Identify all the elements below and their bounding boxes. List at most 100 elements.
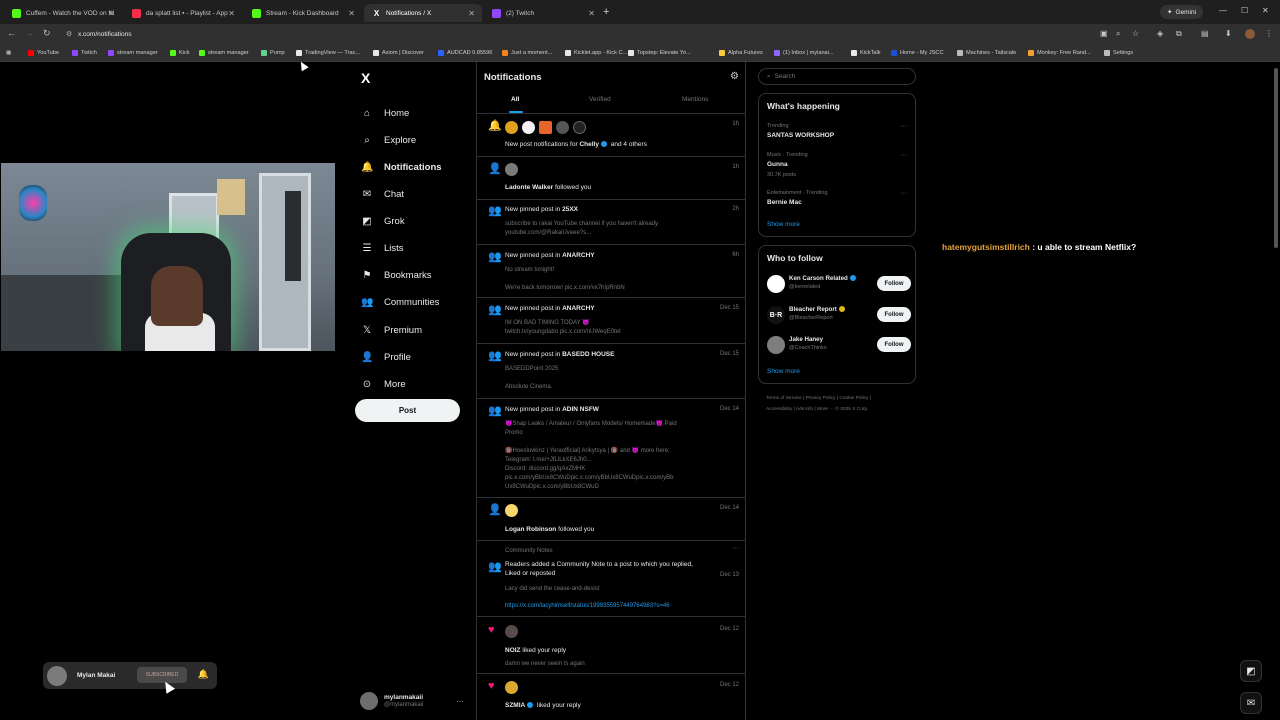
browser-tab[interactable]: Stream - Kick Dashboard ✕ — [244, 4, 362, 22]
forward-icon[interactable]: → — [25, 28, 34, 38]
sidebar-item-lists[interactable]: ☰ Lists — [361, 239, 404, 257]
bookmark-item[interactable]: stream manager — [199, 48, 249, 58]
tab-mentions[interactable]: Mentions — [682, 96, 708, 103]
bookmark-item[interactable]: Pump — [261, 48, 285, 58]
sidepanel-icon[interactable]: ▤ — [1201, 29, 1209, 38]
more-dots-icon[interactable]: ··· — [732, 545, 739, 552]
more-dots-icon[interactable]: ··· — [900, 190, 907, 197]
close-window-icon[interactable]: ✕ — [1262, 6, 1269, 15]
tab-all[interactable]: All — [511, 96, 519, 103]
downloads-icon[interactable]: ⬇ — [1225, 29, 1232, 38]
close-icon[interactable]: ✕ — [108, 9, 115, 18]
list-item[interactable]: 👥 Dec 15 New pinned post in ANARCHY IM O… — [477, 298, 745, 344]
back-icon[interactable]: ← — [7, 28, 16, 38]
show-more-link[interactable]: Show more — [767, 368, 800, 375]
follow-button[interactable]: Follow — [877, 276, 911, 291]
list-item[interactable]: 👤 Dec 14 Logan Robinson followed you — [477, 498, 745, 541]
bookmark-item[interactable]: Alpha Futures — [719, 48, 763, 58]
sidebar-item-home[interactable]: ⌂ Home — [361, 104, 409, 122]
x-logo-icon[interactable]: X — [361, 70, 370, 86]
browser-tab[interactable]: da splatt list ▪ - Playlist - App ✕ — [124, 4, 242, 22]
sidebar-item-bookmarks[interactable]: ⚑ Bookmarks — [361, 266, 432, 284]
address-bar[interactable]: ⚙ x.com/notifications — [60, 26, 1110, 42]
gear-icon[interactable]: ⚙ — [730, 71, 739, 82]
bookmark-item[interactable]: YouTube — [28, 48, 59, 58]
post-button[interactable]: Post — [355, 399, 460, 422]
list-item[interactable]: 👥 Dec 15 New pinned post in BASEDD HOUSE… — [477, 344, 745, 399]
more-dots-icon[interactable]: ··· — [456, 697, 464, 706]
more-dots-icon[interactable]: ··· — [900, 152, 907, 159]
bookmark-item[interactable]: TradingView — Trac... — [296, 48, 360, 58]
avatar[interactable] — [556, 121, 569, 134]
list-item[interactable]: 🔔 1h New post notifications for Chelly a… — [477, 114, 745, 157]
user-name[interactable]: Chelly — [579, 141, 599, 148]
avatar[interactable] — [573, 121, 586, 134]
close-icon[interactable]: ✕ — [588, 9, 595, 18]
bookmark-item[interactable]: KickTalk — [851, 48, 881, 58]
browser-tab[interactable]: (2) Twitch ✕ — [484, 4, 602, 22]
trend-name[interactable]: SANTAS WORKSHOP — [767, 132, 834, 139]
list-item[interactable]: 👥 6h New pinned post in ANARCHY No strea… — [477, 245, 745, 298]
bookmark-item[interactable]: Kick — [170, 48, 190, 58]
bleacher-report-logo-icon[interactable]: B·R — [767, 306, 785, 324]
sidebar-item-explore[interactable]: ⌕ Explore — [361, 131, 416, 149]
list-item[interactable]: 👥 Dec 14 New pinned post in ADIN NSFW 😈S… — [477, 399, 745, 498]
user-name[interactable]: NOIZ — [505, 647, 521, 654]
minimize-icon[interactable]: — — [1219, 6, 1227, 15]
sidebar-item-grok[interactable]: ◩ Grok — [361, 212, 404, 230]
extension-icon[interactable]: ◈ — [1157, 29, 1163, 38]
user-name[interactable]: SZMIA — [505, 702, 525, 709]
grok-float-icon[interactable]: ◩ — [1240, 660, 1262, 682]
avatar[interactable] — [505, 681, 518, 694]
close-icon[interactable]: ✕ — [228, 9, 235, 18]
zoom-icon[interactable]: ⌕ — [1116, 29, 1120, 39]
user-name[interactable]: Ladonte Walker — [505, 184, 553, 191]
more-dots-icon[interactable]: ··· — [900, 123, 907, 130]
bookmark-item[interactable]: Monkey: Free Rand... — [1028, 48, 1091, 58]
new-tab-icon[interactable]: + — [603, 6, 609, 18]
bookmark-item[interactable]: AUDCAD 0.85596 — [438, 48, 492, 58]
maximize-icon[interactable]: ☐ — [1241, 6, 1248, 15]
bookmark-item[interactable]: Just a moment... — [502, 48, 552, 58]
sidebar-item-communities[interactable]: 👥 Communities — [361, 293, 439, 311]
bookmark-item[interactable]: Kicklet.app - Kick C... — [565, 48, 627, 58]
avatar[interactable] — [505, 121, 518, 134]
bookmark-item[interactable]: (1) Inbox | mylanai... — [774, 48, 834, 58]
bookmark-item[interactable]: Settings — [1104, 48, 1133, 58]
follow-suggestion[interactable]: B·R Bleacher Report @BleacherReport Foll… — [767, 304, 911, 328]
user-name[interactable]: Logan Robinson — [505, 526, 556, 533]
sidebar-item-profile[interactable]: 👤 Profile — [361, 348, 411, 366]
bookmark-item[interactable]: stream manager — [108, 48, 158, 58]
tab-verified[interactable]: Verified — [589, 96, 611, 103]
community-name[interactable]: BASEDD HOUSE — [562, 351, 614, 358]
community-name[interactable]: ANARCHY — [562, 305, 595, 312]
bookmark-item[interactable]: Topstep: Elevate Yo... — [628, 48, 691, 58]
bookmark-item[interactable]: Machines - Tailscale — [957, 48, 1016, 58]
list-item[interactable]: Community Notes 👥 ··· Dec 13 Readers add… — [477, 541, 745, 617]
follow-suggestion[interactable]: Ken Carson Related @kenrelated Follow — [767, 273, 911, 297]
footer-line[interactable]: Accessibility | Ads info | More ··· © 20… — [766, 404, 916, 415]
gemini-button[interactable]: ✦ Gemini — [1160, 5, 1204, 19]
community-name[interactable]: 25XX — [562, 206, 578, 213]
bell-icon[interactable]: 🔔 — [198, 669, 209, 680]
footer-line[interactable]: Terms of Service | Privacy Policy | Cook… — [766, 393, 916, 404]
close-icon[interactable]: ✕ — [468, 9, 475, 18]
follow-button[interactable]: Follow — [877, 307, 911, 322]
avatar[interactable] — [505, 625, 518, 638]
subscribed-button[interactable]: SUBSCRIBED — [137, 667, 187, 683]
reload-icon[interactable]: ↻ — [43, 28, 51, 39]
install-icon[interactable]: ▣ — [1100, 29, 1108, 38]
avatar[interactable] — [522, 121, 535, 134]
scrollbar[interactable] — [1274, 68, 1278, 248]
avatar[interactable] — [505, 504, 518, 517]
avatar[interactable] — [767, 336, 785, 354]
close-icon[interactable]: ✕ — [348, 9, 355, 18]
account-switcher[interactable]: mylanmakaii @mylanmakaii ··· — [360, 690, 470, 712]
avatar[interactable] — [505, 163, 518, 176]
bookmark-item[interactable]: Twitch — [72, 48, 97, 58]
list-item[interactable]: ♥ Dec 12 SZMIA liked your reply — [477, 674, 745, 720]
puzzle-icon[interactable]: ⧉ — [1176, 29, 1182, 39]
star-icon[interactable]: ☆ — [1132, 29, 1139, 38]
browser-tab-active[interactable]: X Notifications / X ✕ — [364, 4, 482, 22]
follow-button[interactable]: Follow — [877, 337, 911, 352]
